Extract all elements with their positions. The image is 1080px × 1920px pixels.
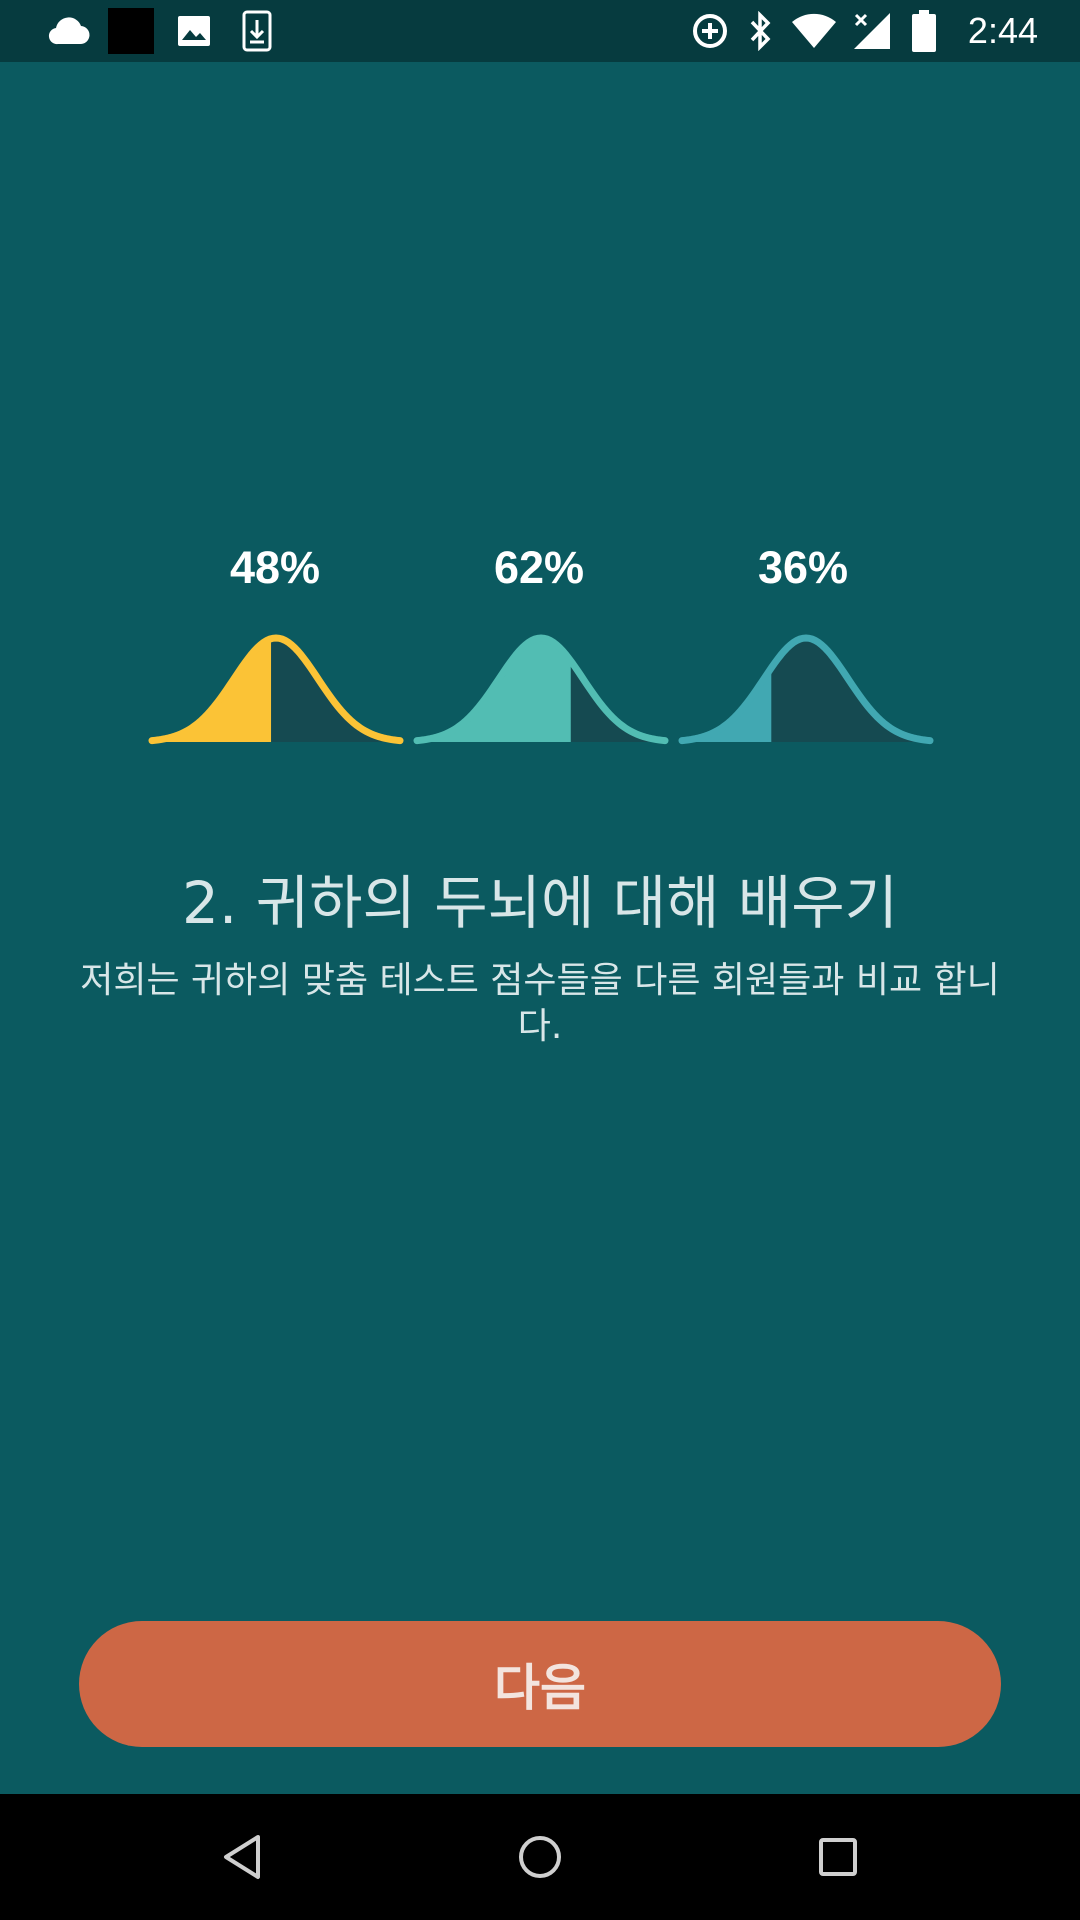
back-icon — [224, 1835, 260, 1879]
curve-shadow-area-2 — [570, 660, 665, 742]
curve-shadow-area-3 — [771, 638, 930, 742]
score-distribution-graphs: 48% 62% 36% — [0, 0, 1080, 760]
curve-fill-area-3 — [682, 667, 772, 742]
bell-curves — [148, 634, 934, 745]
next-button[interactable]: 다음 — [79, 1621, 1001, 1747]
home-button[interactable] — [470, 1794, 610, 1920]
back-button[interactable] — [172, 1794, 312, 1920]
page-title: 2. 귀하의 두뇌에 대해 배우기 — [181, 869, 899, 937]
recents-icon — [819, 1838, 857, 1876]
navigation-bar — [0, 1794, 1080, 1920]
page-subtitle: 저희는 귀하의 맞춤 테스트 점수들을 다른 회원들과 비교 합니다. — [80, 960, 1000, 1047]
recents-button[interactable] — [768, 1794, 908, 1920]
home-icon — [519, 1836, 561, 1878]
curve-shadow-area-1 — [271, 638, 400, 742]
